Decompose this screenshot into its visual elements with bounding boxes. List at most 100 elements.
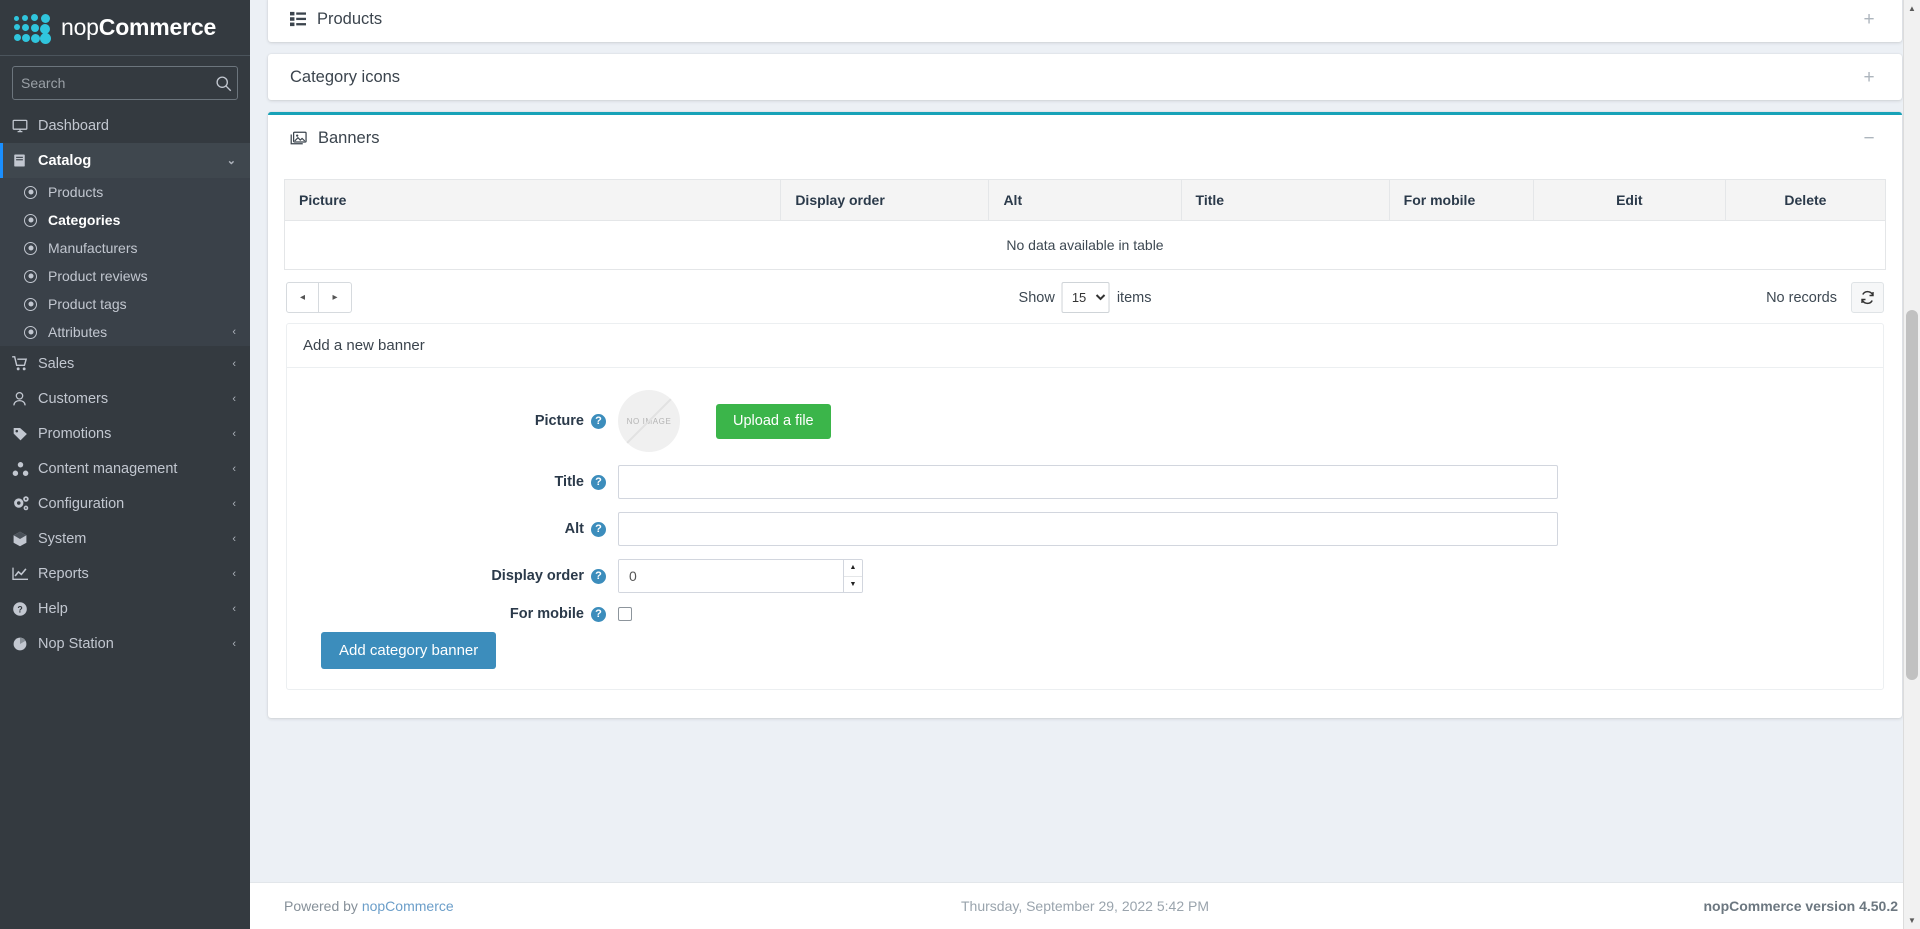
stepper-up-icon[interactable]: ▲ [844, 560, 862, 577]
show-label: Show [1018, 289, 1055, 306]
pie-chart-icon [12, 636, 38, 652]
column-edit: Edit [1532, 179, 1726, 221]
sidebar-item-catalog[interactable]: Catalog ⌄ [0, 143, 250, 178]
alt-label-wrap: Alt ? [303, 521, 618, 537]
sidebar-item-categories[interactable]: Categories [0, 206, 250, 234]
nopcommerce-dots-icon [14, 13, 52, 44]
table-header-row: Picture Display order Alt Title For mobi… [283, 179, 1887, 221]
panel-products-title: Products [317, 9, 383, 28]
sitemap-icon [12, 461, 38, 477]
column-display-order: Display order [780, 179, 990, 221]
footer-powered-prefix: Powered by [284, 898, 362, 914]
scrollbar-up-icon[interactable]: ▲ [1904, 0, 1920, 17]
sidebar-item-content-management[interactable]: Content management ‹ [0, 451, 250, 486]
help-icon[interactable]: ? [591, 606, 606, 622]
add-category-banner-button[interactable]: Add category banner [321, 632, 497, 669]
sidebar-item-label: Nop Station [38, 635, 114, 652]
sidebar-item-promotions[interactable]: Promotions ‹ [0, 416, 250, 451]
sidebar-item-configuration[interactable]: Configuration ‹ [0, 486, 250, 521]
help-icon[interactable]: ? [591, 474, 606, 490]
for-mobile-checkbox[interactable] [618, 607, 632, 621]
sidebar-item-dashboard[interactable]: Dashboard [0, 108, 250, 143]
question-circle-icon: ? [12, 601, 38, 617]
sidebar-item-nop-station[interactable]: Nop Station ‹ [0, 626, 250, 661]
image-icon [290, 130, 307, 146]
page-size-select[interactable]: 510152050100 [1061, 282, 1110, 313]
page-scrollbar[interactable]: ▲ ▼ [1903, 0, 1920, 929]
add-banner-body: Picture ? NO IMAGE Upload a file Title ?… [287, 368, 1883, 689]
upload-file-button[interactable]: Upload a file [716, 403, 831, 439]
sidebar-search [0, 56, 250, 106]
search-icon[interactable] [210, 67, 237, 99]
panel-products: Products + [268, 0, 1902, 42]
chevron-left-icon: ‹ [232, 532, 236, 545]
refresh-icon[interactable] [1851, 282, 1884, 313]
sidebar-item-sales[interactable]: Sales ‹ [0, 346, 250, 381]
sidebar-item-system[interactable]: System ‹ [0, 521, 250, 556]
footer-nopcommerce-link[interactable]: nopCommerce [362, 898, 454, 914]
sidebar-item-product-tags[interactable]: Product tags [0, 290, 250, 318]
add-banner-card: Add a new banner Picture ? NO IMAGE Uplo… [286, 323, 1884, 690]
user-icon [12, 391, 38, 407]
sidebar-subitem-label: Product tags [48, 296, 127, 312]
form-row-picture: Picture ? NO IMAGE Upload a file [303, 390, 1867, 452]
banners-table: Picture Display order Alt Title For mobi… [283, 179, 1887, 270]
sidebar-item-reports[interactable]: Reports ‹ [0, 556, 250, 591]
panel-banners-header[interactable]: Banners − [268, 115, 1902, 161]
sidebar-item-help[interactable]: ? Help ‹ [0, 591, 250, 626]
panel-banners: Banners − Picture Display order Alt Titl… [268, 112, 1902, 718]
stepper-down-icon[interactable]: ▼ [844, 576, 862, 592]
sidebar-item-label: Customers [38, 390, 109, 407]
chevron-down-icon: ⌄ [226, 155, 236, 167]
banners-panel-body: Picture Display order Alt Title For mobi… [268, 161, 1902, 718]
empty-message: No data available in table [284, 220, 1886, 270]
help-icon[interactable]: ? [591, 413, 606, 429]
picture-label: Picture [534, 413, 584, 429]
title-input[interactable] [618, 465, 1558, 499]
list-icon [290, 11, 306, 27]
sidebar-item-label: Catalog [38, 152, 92, 169]
sidebar-subitem-label: Categories [48, 212, 121, 228]
panel-category-icons-header[interactable]: Category icons + [268, 54, 1902, 100]
sidebar-item-customers[interactable]: Customers ‹ [0, 381, 250, 416]
panel-products-toggle[interactable]: + [1858, 10, 1880, 29]
brand-name-bold: Commerce [98, 14, 217, 40]
sidebar-item-product-reviews[interactable]: Product reviews [0, 262, 250, 290]
panel-banners-toggle[interactable]: − [1858, 129, 1880, 148]
help-icon[interactable]: ? [591, 521, 606, 537]
panel-category-icons: Category icons + [268, 54, 1902, 100]
banners-table-body: No data available in table [284, 220, 1886, 270]
title-label-wrap: Title ? [303, 474, 618, 490]
panel-banners-title: Banners [318, 128, 380, 147]
sidebar-item-manufacturers[interactable]: Manufacturers [0, 234, 250, 262]
search-input[interactable] [13, 75, 210, 91]
display-order-input[interactable] [619, 560, 843, 592]
scrollbar-down-icon[interactable]: ▼ [1904, 912, 1920, 929]
help-icon[interactable]: ? [591, 568, 606, 584]
items-label: items [1116, 289, 1152, 306]
sidebar-item-attributes[interactable]: Attributes ‹ [0, 318, 250, 346]
quantity-stepper: ▲ ▼ [618, 559, 863, 593]
sidebar-item-products[interactable]: Products [0, 178, 250, 206]
display-order-field: ▲ ▼ [618, 559, 1867, 593]
chart-line-icon [12, 566, 38, 581]
alt-input[interactable] [618, 512, 1558, 546]
chevron-left-icon: ‹ [232, 326, 236, 338]
sidebar-item-label: Reports [38, 565, 89, 582]
chevron-left-icon: ‹ [232, 392, 236, 405]
sidebar-item-label: Help [38, 600, 68, 617]
picture-field: NO IMAGE Upload a file [618, 390, 1867, 452]
column-delete: Delete [1724, 179, 1887, 221]
panel-category-icons-toggle[interactable]: + [1858, 68, 1880, 87]
brand-logo[interactable]: nopCommerce [0, 0, 250, 56]
pager-next-button[interactable]: ▸ [319, 282, 352, 313]
form-row-for-mobile: For mobile ? [303, 606, 1867, 622]
form-row-title: Title ? [303, 465, 1867, 499]
pager-prev-button[interactable]: ◂ [286, 282, 319, 313]
panel-products-header[interactable]: Products + [268, 0, 1902, 42]
book-icon [12, 153, 38, 168]
banners-table-head: Picture Display order Alt Title For mobi… [283, 179, 1887, 221]
scrollbar-thumb[interactable] [1906, 310, 1918, 680]
circle-dot-icon [24, 241, 48, 255]
circle-dot-icon [24, 213, 48, 227]
